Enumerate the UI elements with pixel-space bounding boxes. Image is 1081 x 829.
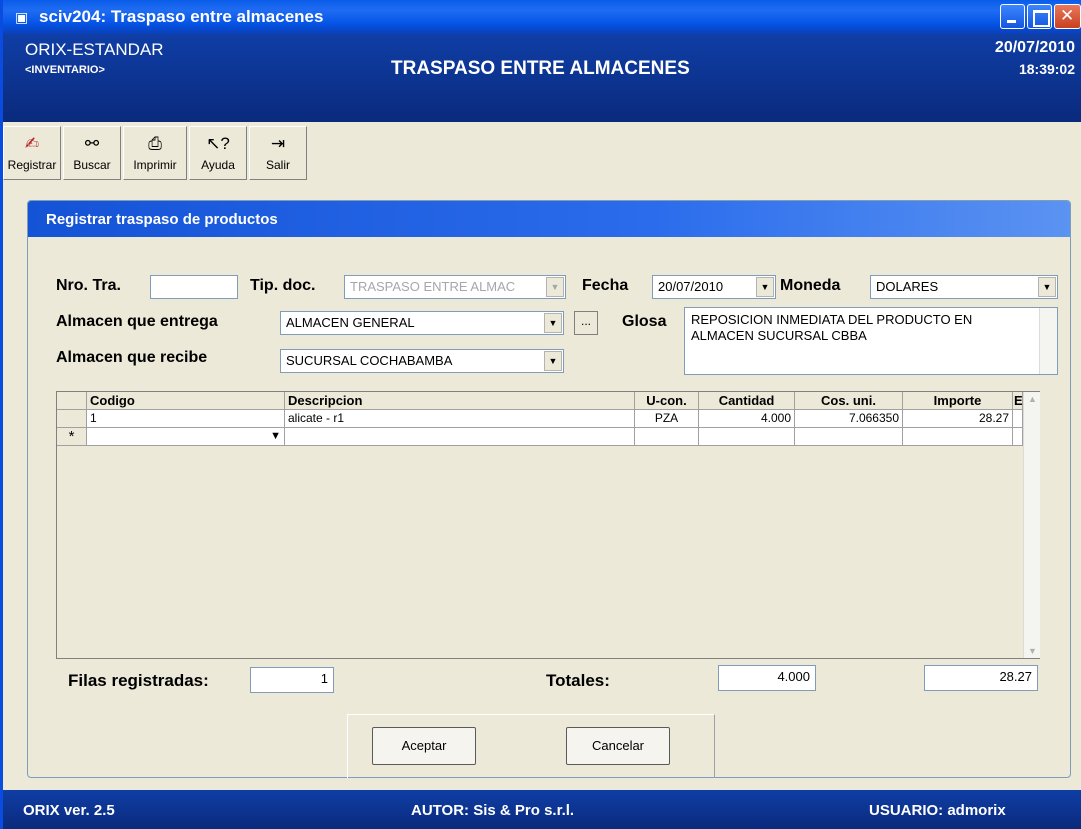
minimize-button[interactable]: [1000, 4, 1025, 29]
exit-door-icon: ⇥: [270, 134, 286, 153]
column-header-cantidad[interactable]: Cantidad: [699, 392, 795, 410]
binoculars-icon: ⚯: [84, 134, 100, 153]
glosa-scrollbar[interactable]: [1039, 308, 1057, 374]
cell-cantidad[interactable]: 4.000: [699, 410, 795, 428]
module-name: <INVENTARIO>: [25, 64, 105, 76]
register-icon: ✍: [24, 134, 40, 153]
cell-descripcion[interactable]: alicate - r1: [285, 410, 635, 428]
app-icon: ▣: [15, 9, 29, 25]
scroll-up-icon[interactable]: ▲: [1028, 394, 1037, 404]
chevron-down-icon[interactable]: ▼: [546, 277, 564, 297]
chevron-down-icon[interactable]: ▼: [756, 277, 774, 297]
window-title: sciv204: Traspaso entre almacenes: [39, 7, 324, 26]
column-header-cos-uni[interactable]: Cos. uni.: [795, 392, 903, 410]
cell-importe[interactable]: 28.27: [903, 410, 1013, 428]
form-title: TRASPASO ENTRE ALMACENES: [391, 58, 690, 79]
moneda-select[interactable]: DOLARES ▼: [870, 275, 1058, 299]
autor-label: AUTOR: Sis & Pro s.r.l.: [411, 802, 575, 819]
new-row-importe[interactable]: [903, 428, 1013, 446]
almacen-entrega-select[interactable]: ALMACEN GENERAL ▼: [280, 311, 564, 335]
usuario-label: USUARIO: admorix: [869, 802, 1006, 819]
column-header-ucon[interactable]: U-con.: [635, 392, 699, 410]
chevron-down-icon[interactable]: ▼: [1038, 277, 1056, 297]
new-row-cantidad[interactable]: [699, 428, 795, 446]
lookup-button[interactable]: ...: [574, 311, 598, 335]
cell-cos-uni[interactable]: 7.066350: [795, 410, 903, 428]
help-icon: ↖?: [206, 134, 230, 153]
column-header-codigo[interactable]: Codigo: [87, 392, 285, 410]
grid-scrollbar[interactable]: ▲ ▼: [1023, 392, 1040, 658]
tip-doc-select[interactable]: TRASPASO ENTRE ALMAC ▼: [344, 275, 566, 299]
almacen-recibe-label: Almacen que recibe: [56, 349, 208, 366]
totales-label: Totales:: [546, 671, 610, 690]
new-row-cos-uni[interactable]: [795, 428, 903, 446]
column-header-e[interactable]: E: [1013, 392, 1023, 410]
cell-e[interactable]: [1013, 410, 1023, 428]
tip-doc-label: Tip. doc.: [250, 277, 316, 294]
panel-header: Registrar traspaso de productos: [28, 201, 1070, 237]
company-name: ORIX-ESTANDAR: [25, 40, 164, 59]
glosa-label: Glosa: [622, 313, 667, 330]
ayuda-button[interactable]: ↖? Ayuda: [189, 126, 247, 180]
title-bar[interactable]: ▣ sciv204: Traspaso entre almacenes: [3, 0, 1081, 34]
close-button[interactable]: [1054, 4, 1081, 29]
filas-registradas-value: 1: [250, 667, 334, 693]
importe-total-value: 28.27: [924, 665, 1038, 691]
printer-icon: ⎙: [148, 134, 162, 153]
maximize-button[interactable]: [1027, 4, 1052, 29]
cancelar-button[interactable]: Cancelar: [566, 727, 670, 765]
column-header-descripcion[interactable]: Descripcion: [285, 392, 635, 410]
new-row-descripcion[interactable]: [285, 428, 635, 446]
version-label: ORIX ver. 2.5: [23, 802, 115, 819]
scroll-down-icon[interactable]: ▼: [1028, 646, 1037, 656]
cell-codigo[interactable]: 1: [87, 410, 285, 428]
cantidad-total-value: 4.000: [718, 665, 816, 691]
app-header: ORIX-ESTANDAR <INVENTARIO> TRASPASO ENTR…: [3, 34, 1081, 122]
filas-registradas-label: Filas registradas:: [68, 671, 209, 690]
row-selector-header: [57, 392, 87, 410]
new-row-ucon[interactable]: [635, 428, 699, 446]
chevron-down-icon[interactable]: ▼: [270, 428, 281, 445]
status-bar: ORIX ver. 2.5 AUTOR: Sis & Pro s.r.l. US…: [3, 790, 1081, 829]
almacen-recibe-select[interactable]: SUCURSAL COCHABAMBA ▼: [280, 349, 564, 373]
header-time: 18:39:02: [1018, 61, 1075, 77]
action-buttons: Aceptar Cancelar: [347, 714, 715, 778]
moneda-label: Moneda: [780, 277, 841, 294]
new-row-marker: *: [57, 428, 87, 446]
new-row-e[interactable]: [1013, 428, 1023, 446]
glosa-textarea[interactable]: REPOSICION INMEDIATA DEL PRODUCTO EN ALM…: [684, 307, 1058, 375]
aceptar-button[interactable]: Aceptar: [372, 727, 476, 765]
salir-button[interactable]: ⇥ Salir: [249, 126, 307, 180]
nro-tra-label: Nro. Tra.: [56, 277, 121, 294]
main-window: ▣ sciv204: Traspaso entre almacenes ORIX…: [0, 0, 1081, 829]
imprimir-button[interactable]: ⎙ Imprimir: [123, 126, 187, 180]
fecha-picker[interactable]: 20/07/2010 ▼: [652, 275, 776, 299]
header-date: 20/07/2010: [994, 39, 1075, 56]
column-header-importe[interactable]: Importe: [903, 392, 1013, 410]
registrar-button[interactable]: ✍ Registrar: [3, 126, 61, 180]
new-row-codigo-select[interactable]: ▼: [87, 428, 285, 446]
chevron-down-icon[interactable]: ▼: [544, 351, 562, 371]
row-selector[interactable]: [57, 410, 87, 428]
fecha-label: Fecha: [582, 277, 629, 294]
products-grid[interactable]: Codigo Descripcion U-con. Cantidad Cos. …: [56, 391, 1040, 659]
transfer-panel: Registrar traspaso de productos Nro. Tra…: [27, 200, 1071, 778]
chevron-down-icon[interactable]: ▼: [544, 313, 562, 333]
almacen-entrega-label: Almacen que entrega: [56, 313, 218, 330]
buscar-button[interactable]: ⚯ Buscar: [63, 126, 121, 180]
cell-ucon[interactable]: PZA: [635, 410, 699, 428]
nro-tra-input[interactable]: [150, 275, 238, 299]
